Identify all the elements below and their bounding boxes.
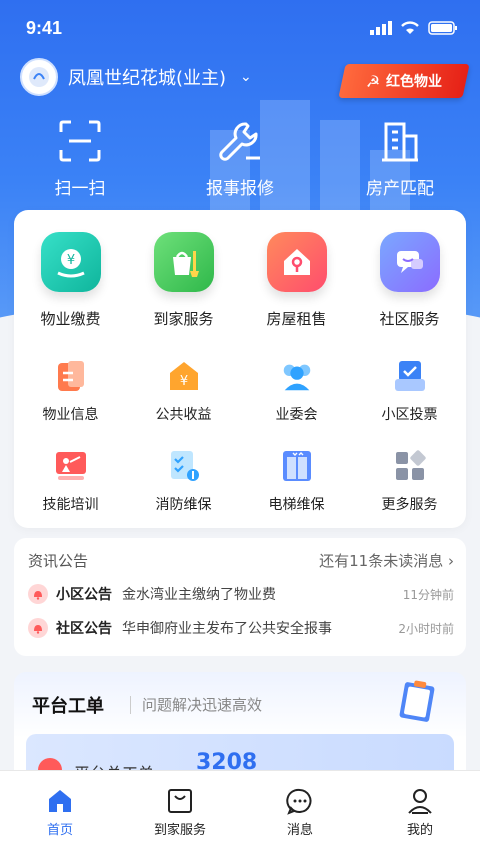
party-emblem-icon: ☭ — [365, 71, 381, 91]
more-grid-icon — [392, 448, 428, 484]
service-payment-label: 物业缴费 — [40, 310, 101, 328]
property-match-button[interactable]: 房产匹配 — [330, 120, 470, 199]
service-vote[interactable]: 小区投票 — [360, 358, 460, 424]
document-icon — [53, 358, 89, 394]
svg-text:¥: ¥ — [66, 253, 74, 268]
scan-icon — [59, 120, 101, 162]
message-icon — [286, 788, 312, 815]
user-icon — [408, 789, 432, 814]
bag-icon — [168, 789, 192, 813]
service-home[interactable]: 到家服务 — [134, 232, 234, 329]
news-text: 金水湾业主缴纳了物业费 — [122, 587, 276, 603]
tab-messages-label: 消息 — [286, 823, 313, 838]
service-community-label: 社区服务 — [379, 310, 440, 328]
quick-actions: 扫一扫 报事报修 房产匹配 — [0, 120, 480, 199]
status-bar: 9:41 — [0, 0, 480, 56]
service-fire-label: 消防维保 — [155, 497, 212, 513]
battery-icon — [428, 20, 457, 35]
work-order-subtitle: 问题解决迅速高效 — [142, 696, 263, 714]
service-more-label: 更多服务 — [381, 497, 438, 513]
services-card: ¥ 物业缴费 到家服务 房屋租售 社区服务 物业信息 ¥ 公共收益 业委会 小区… — [14, 210, 466, 528]
community-name: 凤凰世纪花城(业主) — [68, 68, 227, 89]
red-property-badge[interactable]: ☭ 红色物业 — [338, 64, 470, 98]
bell-icon — [28, 618, 48, 638]
building-icon — [382, 122, 418, 162]
yuan-house-icon: ¥ — [166, 358, 202, 394]
work-order-card[interactable]: 平台工单 问题解决迅速高效 平台总工单 3208 — [14, 672, 466, 782]
service-elevator[interactable]: 电梯维保 — [247, 448, 347, 514]
scan-label: 扫一扫 — [54, 179, 106, 199]
vote-icon — [392, 358, 428, 394]
svg-text:¥: ¥ — [179, 374, 187, 389]
wifi-icon — [401, 21, 419, 34]
chat-icon — [379, 232, 440, 292]
service-property-info-label: 物业信息 — [42, 407, 99, 423]
service-rental[interactable]: 房屋租售 — [247, 232, 347, 329]
fire-check-icon — [166, 448, 202, 484]
news-title: 资讯公告 — [28, 552, 89, 570]
news-item[interactable]: 小区公告 金水湾业主缴纳了物业费 11分钟前 — [28, 584, 454, 604]
news-more-label: 还有11条未读消息 — [319, 552, 444, 570]
service-training-label: 技能培训 — [42, 497, 99, 513]
tab-profile[interactable]: 我的 — [365, 771, 475, 853]
tab-home-service-label: 到家服务 — [153, 823, 206, 838]
payment-icon: ¥ — [40, 232, 101, 292]
tab-home[interactable]: 首页 — [5, 771, 115, 853]
work-order-title: 平台工单 — [32, 696, 104, 717]
wrench-icon — [219, 122, 260, 161]
news-time: 2小时时前 — [398, 621, 454, 636]
red-badge-label: 红色物业 — [386, 74, 443, 90]
service-vote-label: 小区投票 — [381, 407, 438, 423]
news-card: 资讯公告 还有11条未读消息 › 小区公告 金水湾业主缴纳了物业费 11分钟前 … — [14, 538, 466, 656]
service-rental-label: 房屋租售 — [266, 310, 327, 328]
news-tag: 社区公告 — [56, 621, 112, 637]
bell-icon — [28, 584, 48, 604]
news-tag: 小区公告 — [56, 587, 112, 603]
news-item[interactable]: 社区公告 华申御府业主发布了公共安全报事 2小时时前 — [28, 618, 454, 638]
chevron-right-icon: › — [448, 552, 454, 570]
service-training[interactable]: 技能培训 — [21, 448, 121, 514]
tab-bar: 首页 到家服务 消息 我的 — [0, 770, 480, 853]
service-committee-label: 业委会 — [275, 407, 318, 423]
repair-label: 报事报修 — [206, 179, 274, 199]
status-time: 9:41 — [26, 18, 63, 38]
tab-messages[interactable]: 消息 — [245, 771, 355, 853]
service-payment[interactable]: ¥ 物业缴费 — [21, 232, 121, 329]
community-selector[interactable]: 凤凰世纪花城(业主) ⌄ — [20, 58, 252, 96]
scan-button[interactable]: 扫一扫 — [10, 120, 150, 199]
people-icon — [279, 358, 315, 394]
home-icon — [49, 790, 71, 812]
tab-profile-label: 我的 — [406, 823, 433, 838]
repair-button[interactable]: 报事报修 — [170, 120, 310, 199]
service-fire[interactable]: 消防维保 — [134, 448, 234, 514]
service-elevator-label: 电梯维保 — [268, 497, 325, 513]
house-key-icon — [266, 232, 327, 292]
news-time: 11分钟前 — [402, 587, 454, 602]
property-match-label: 房产匹配 — [366, 179, 434, 199]
service-committee[interactable]: 业委会 — [247, 358, 347, 424]
tab-home-service[interactable]: 到家服务 — [125, 771, 235, 853]
news-text: 华申御府业主发布了公共安全报事 — [122, 621, 332, 637]
service-public-income[interactable]: ¥ 公共收益 — [134, 358, 234, 424]
service-home-label: 到家服务 — [153, 310, 214, 328]
elevator-icon — [279, 448, 315, 484]
training-icon — [53, 448, 89, 484]
news-more-link[interactable]: 还有11条未读消息 › — [319, 550, 454, 571]
service-more[interactable]: 更多服务 — [360, 448, 460, 514]
cleaning-icon — [153, 232, 214, 292]
chevron-down-icon: ⌄ — [240, 69, 252, 85]
signal-icon — [370, 20, 392, 35]
service-property-info[interactable]: 物业信息 — [21, 358, 121, 424]
service-community[interactable]: 社区服务 — [360, 232, 460, 329]
community-avatar — [20, 58, 58, 96]
clipboard-icon — [399, 680, 435, 722]
tab-home-label: 首页 — [46, 823, 73, 838]
service-public-income-label: 公共收益 — [155, 407, 212, 423]
